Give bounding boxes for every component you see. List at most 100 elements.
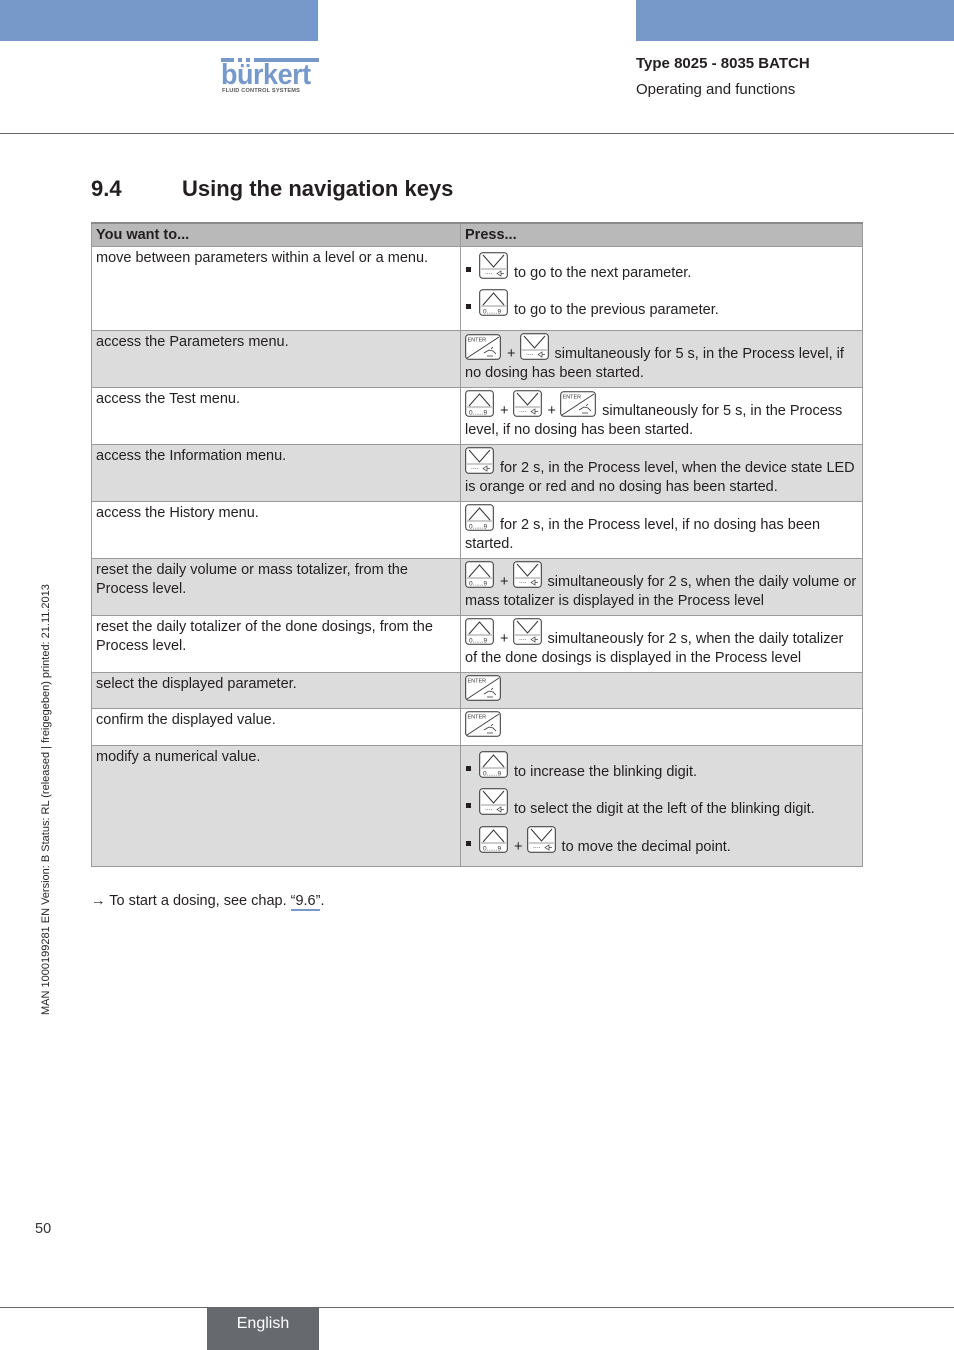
press-cell: 0......9 to increase the blinking digit.…: [460, 744, 863, 867]
arrow-down-key-icon: ····: [512, 560, 542, 588]
svg-text:····: ····: [526, 352, 534, 359]
plus-sign: +: [543, 402, 561, 419]
svg-text:····: ····: [485, 807, 493, 814]
header-band-left: [0, 0, 318, 41]
action-cell: reset the daily volume or mass totalizer…: [91, 557, 461, 616]
svg-text:0......9: 0......9: [483, 770, 501, 777]
brand-logo: bürkert FLUID CONTROL SYSTEMS: [221, 58, 319, 96]
section-title: Using the navigation keys: [182, 176, 454, 201]
instruction-text: for 2 s, in the Process level, if no dos…: [465, 516, 821, 553]
svg-text:····: ····: [519, 637, 527, 644]
press-cell: ENTER + ···· simultaneously for 5 s, in …: [460, 329, 863, 388]
arrow-up-key-icon: 0......9: [465, 617, 494, 645]
bullet-icon: [466, 840, 471, 846]
header-band-right: [636, 0, 954, 41]
action-cell: access the History menu.: [91, 500, 461, 559]
header-divider: [0, 133, 954, 134]
arrow-down-key-icon: ····: [479, 251, 508, 279]
bullet-item: ···· to go to the next parameter.: [465, 251, 858, 284]
navigation-keys-table: You want to... Press... move between par…: [91, 222, 863, 867]
instruction-text: to go to the next parameter.: [510, 264, 692, 281]
bullet-icon: [466, 304, 471, 309]
svg-text:0......9: 0......9: [483, 845, 501, 852]
arrow-up-key-icon: 0......9: [479, 750, 508, 778]
column-header-press: Press...: [460, 222, 863, 247]
arrow-up-key-icon: 0......9: [479, 825, 508, 853]
svg-text:····: ····: [519, 580, 527, 587]
document-type: Type 8025 - 8035 BATCH: [636, 55, 810, 72]
instruction-text: to select the digit at the left of the b…: [510, 801, 815, 817]
section-heading: 9.4 Using the navigation keys: [91, 176, 453, 202]
table-row: reset the daily totalizer of the done do…: [91, 614, 863, 673]
table-row: move between parameters within a level o…: [91, 245, 863, 331]
svg-text:····: ····: [471, 466, 479, 473]
table-row: modify a numerical value. 0......9 to inc…: [91, 744, 863, 867]
svg-text:0......9: 0......9: [469, 523, 487, 530]
column-header-action: You want to...: [91, 222, 461, 247]
document-metadata-sidebar: MAN 1000199281 EN Version: B Status: RL …: [40, 584, 52, 1015]
brand-name: bürkert: [221, 59, 311, 91]
brand-tagline: FLUID CONTROL SYSTEMS: [222, 88, 301, 94]
arrow-down-key-icon: ····: [512, 617, 542, 645]
press-cell: ···· to go to the next parameter. 0......…: [460, 245, 863, 331]
press-cell: ENTER: [460, 671, 863, 709]
instruction-text: to increase the blinking digit.: [510, 763, 697, 780]
press-cell: 0......9 + ···· simultaneously for 2 s, …: [460, 614, 863, 673]
table-row: access the History menu. 0......9 for 2 s…: [91, 500, 863, 559]
footer-divider: [0, 1307, 954, 1308]
enter-key-icon: ENTER: [560, 390, 596, 417]
arrow-up-key-icon: 0......9: [465, 389, 494, 417]
action-cell: modify a numerical value.: [91, 744, 461, 867]
table-row: access the Information menu. ···· for 2 s…: [91, 443, 863, 502]
bullet-icon: [466, 803, 471, 808]
arrow-up-key-icon: 0......9: [465, 560, 494, 588]
bullet-item: 0......9 to go to the previous parameter…: [465, 289, 858, 321]
press-cell: ENTER: [460, 708, 863, 746]
arrow-up-key-icon: 0......9: [479, 289, 508, 316]
press-cell: ···· for 2 s, in the Process level, when…: [460, 443, 863, 502]
document-subtitle: Operating and functions: [636, 81, 796, 98]
instruction-text: to move the decimal point.: [557, 838, 731, 855]
enter-key-icon: ENTER: [465, 333, 501, 360]
language-tab: English: [207, 1308, 319, 1350]
bullet-icon: [466, 765, 471, 771]
svg-text:ENTER: ENTER: [563, 394, 582, 400]
plus-sign: +: [503, 345, 520, 362]
note-text: To start a dosing, see chap.: [109, 893, 287, 909]
action-cell: confirm the displayed value.: [91, 708, 461, 746]
svg-text:0......9: 0......9: [469, 637, 487, 644]
table-row: confirm the displayed value. ENTER: [91, 708, 863, 746]
svg-text:ENTER: ENTER: [468, 337, 487, 343]
plus-sign: +: [496, 402, 513, 419]
press-cell: 0......9 + ···· simultaneously for 2 s, …: [460, 557, 863, 616]
note-suffix: .: [320, 893, 325, 909]
arrow-down-key-icon: ····: [479, 788, 508, 815]
action-cell: access the Information menu.: [91, 443, 461, 502]
table-header-row: You want to... Press...: [91, 222, 863, 247]
bullet-icon: [466, 266, 471, 272]
arrow-right-icon: →: [91, 893, 106, 909]
svg-text:····: ····: [485, 271, 493, 278]
plus-sign: +: [496, 573, 513, 590]
bullet-item: 0......9 to increase the blinking digit.: [465, 750, 858, 783]
table-row: select the displayed parameter. ENTER: [91, 671, 863, 709]
page-number: 50: [35, 1221, 52, 1237]
press-cell: 0......9 for 2 s, in the Process level, …: [460, 500, 863, 559]
instruction-text: to go to the previous parameter.: [510, 302, 719, 318]
cross-reference-note: → To start a dosing, see chap. “9.6”.: [91, 893, 325, 911]
arrow-down-key-icon: ····: [519, 332, 549, 360]
chapter-link[interactable]: “9.6”: [290, 893, 321, 911]
arrow-up-key-icon: 0......9: [465, 503, 494, 531]
enter-key-icon: ENTER: [465, 674, 501, 701]
svg-text:ENTER: ENTER: [468, 678, 487, 684]
svg-text:0......9: 0......9: [483, 309, 501, 316]
svg-text:ENTER: ENTER: [468, 715, 487, 721]
svg-text:0......9: 0......9: [469, 580, 487, 587]
table-row: reset the daily volume or mass totalizer…: [91, 557, 863, 616]
arrow-down-key-icon: ····: [526, 825, 556, 853]
press-cell: 0......9 + ···· + ENTER simultaneously f…: [460, 386, 863, 445]
svg-text:····: ····: [519, 409, 527, 416]
arrow-down-key-icon: ····: [512, 389, 542, 417]
action-cell: access the Parameters menu.: [91, 329, 461, 388]
action-cell: reset the daily totalizer of the done do…: [91, 614, 461, 673]
